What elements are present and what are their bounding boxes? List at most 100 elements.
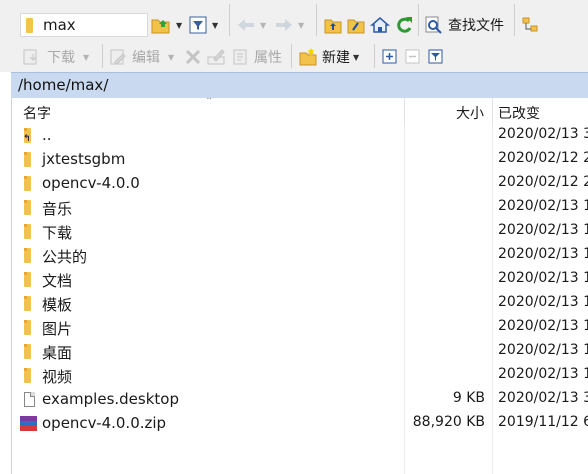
- file-modified: 2020/02/13 3: [498, 126, 588, 142]
- zip-archive-icon: [20, 416, 37, 431]
- file-size: 9 KB: [452, 390, 485, 406]
- find-files-label: 查找文件: [448, 18, 504, 34]
- root-folder-icon: [347, 19, 365, 34]
- toolbar-bottom: 下载 ▼ 编辑 ▼ 属性 新建 ▼: [0, 40, 588, 72]
- rename-icon: [207, 49, 225, 65]
- file-row[interactable]: jxtestsgbm 2020/02/12 2: [12, 148, 588, 172]
- filter-selection-button[interactable]: [427, 44, 445, 70]
- toolbar-divider: [229, 4, 230, 36]
- refresh-icon: [397, 17, 412, 33]
- new-button[interactable]: 新建 ▼: [298, 44, 359, 70]
- chevron-down-icon: ▼: [298, 20, 305, 30]
- file-row[interactable]: 公共的 2020/02/13 1: [12, 244, 588, 268]
- file-name: opencv-4.0.0: [42, 174, 140, 192]
- forward-button[interactable]: ▼: [274, 12, 304, 38]
- file-modified: 2020/02/13 1: [498, 270, 588, 286]
- properties-icon: [233, 49, 247, 65]
- file-row[interactable]: 模板 2020/02/13 1: [12, 292, 588, 316]
- file-name: examples.desktop: [42, 390, 179, 408]
- file-modified: 2020/02/13 1: [498, 342, 588, 358]
- file-row[interactable]: 音乐 2020/02/13 1: [12, 196, 588, 220]
- find-files-button[interactable]: 查找文件: [424, 12, 504, 38]
- folder-icon: [24, 224, 31, 239]
- file-name: 模板: [42, 296, 73, 314]
- refresh-button[interactable]: [394, 12, 414, 38]
- minus-icon: [405, 49, 420, 64]
- delete-icon: [185, 49, 201, 65]
- delete-button[interactable]: [184, 44, 202, 70]
- folder-icon: [24, 368, 31, 383]
- folder-icon: [24, 248, 31, 263]
- file-row[interactable]: opencv-4.0.0 2020/02/12 2: [12, 172, 588, 196]
- folder-icon: [24, 344, 31, 359]
- file-name: 桌面: [42, 344, 73, 362]
- edit-button[interactable]: 编辑 ▼: [108, 44, 174, 70]
- toolbar-divider: [291, 44, 292, 68]
- file-modified: 2020/02/13 3: [498, 390, 588, 406]
- home-icon: [370, 17, 390, 33]
- file-size: 88,920 KB: [412, 414, 485, 430]
- filter-button[interactable]: ▼: [188, 12, 218, 38]
- folder-icon: [24, 272, 31, 287]
- file-modified: 2020/02/13 1: [498, 366, 588, 382]
- folder-icon: [26, 17, 33, 33]
- file-row[interactable]: examples.desktop 9 KB 2020/02/13 3: [12, 388, 588, 412]
- file-name: 图片: [42, 320, 73, 338]
- arrow-right-icon: [276, 19, 292, 31]
- root-directory-button[interactable]: [346, 12, 366, 38]
- file-row[interactable]: 视频 2020/02/13 1: [12, 364, 588, 388]
- parent-directory-button[interactable]: [323, 12, 343, 38]
- home-directory-button[interactable]: [370, 12, 390, 38]
- edit-icon: [110, 49, 126, 65]
- file-row[interactable]: 文档 2020/02/13 1: [12, 268, 588, 292]
- tree-view-button[interactable]: [521, 12, 541, 38]
- properties-label: 属性: [254, 50, 282, 66]
- download-icon: [23, 49, 37, 65]
- chevron-down-icon: ▼: [176, 20, 183, 30]
- file-modified: 2020/02/13 1: [498, 246, 588, 262]
- edit-label: 编辑: [132, 50, 160, 66]
- file-name: ..: [42, 126, 52, 144]
- file-modified: 2020/02/12 2: [498, 150, 588, 166]
- toolbar-divider: [418, 4, 419, 36]
- chevron-down-icon: ▼: [168, 52, 175, 62]
- open-folder-icon: [151, 19, 170, 34]
- chevron-down-icon: ▼: [83, 52, 90, 62]
- file-row[interactable]: opencv-4.0.0.zip 88,920 KB 2019/11/12 6: [12, 412, 588, 436]
- parent-folder-icon: ↰: [23, 128, 31, 144]
- path-bar[interactable]: /home/max/: [11, 72, 588, 98]
- toolbar-divider: [316, 4, 317, 36]
- file-list[interactable]: 名字 ⌃ 大小 已改变 ↰.. 2020/02/13 3 jxtestsgbm 202…: [11, 98, 588, 474]
- back-button[interactable]: ▼: [236, 12, 266, 38]
- file-row[interactable]: ↰.. 2020/02/13 3: [12, 124, 588, 148]
- tree-view-icon: [522, 17, 538, 32]
- file-row[interactable]: 下载 2020/02/13 1: [12, 220, 588, 244]
- file-modified: 2019/11/12 6: [498, 414, 588, 430]
- download-button[interactable]: 下载 ▼: [21, 44, 89, 70]
- plus-icon: [382, 49, 397, 64]
- file-name: jxtestsgbm: [42, 150, 126, 168]
- filter-icon: [189, 16, 207, 34]
- current-path: /home/max/: [18, 76, 109, 94]
- file-modified: 2020/02/13 1: [498, 198, 588, 214]
- toolbar-divider: [514, 4, 515, 36]
- file-name: opencv-4.0.0.zip: [42, 414, 167, 432]
- column-divider: [492, 98, 493, 124]
- new-folder-icon: [299, 48, 317, 66]
- file-row[interactable]: 图片 2020/02/13 1: [12, 316, 588, 340]
- arrow-left-icon: [238, 19, 254, 31]
- folder-icon: [24, 152, 31, 167]
- file-name: 公共的: [42, 248, 88, 266]
- unselect-all-button[interactable]: [404, 44, 422, 70]
- column-divider: [404, 98, 405, 124]
- location-combobox[interactable]: max: [20, 13, 148, 37]
- file-modified: 2020/02/13 1: [498, 294, 588, 310]
- file-row[interactable]: 桌面 2020/02/13 1: [12, 340, 588, 364]
- properties-button[interactable]: 属性: [231, 44, 282, 70]
- select-all-button[interactable]: [381, 44, 399, 70]
- file-name: 文档: [42, 272, 73, 290]
- open-directory-button[interactable]: ▼: [150, 12, 182, 38]
- file-modified: 2020/02/12 2: [498, 174, 588, 190]
- rename-button[interactable]: [206, 44, 226, 70]
- chevron-down-icon: ▼: [260, 20, 267, 30]
